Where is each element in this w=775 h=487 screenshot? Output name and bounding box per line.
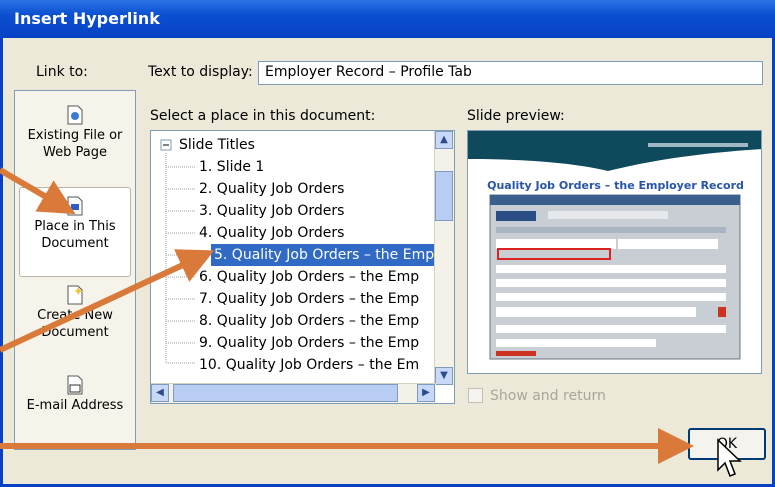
tree-item[interactable]: 9. Quality Job Orders – the Emp: [199, 332, 419, 354]
show-and-return-checkbox[interactable]: [468, 388, 483, 403]
link-create-new-document[interactable]: Create New Document: [19, 277, 131, 367]
tree-item[interactable]: 7. Quality Job Orders – the Emp: [199, 288, 419, 310]
link-to-panel: Existing File or Web Page Place in This …: [14, 90, 136, 450]
scroll-thumb[interactable]: [435, 171, 453, 221]
scroll-up-icon[interactable]: ▲: [435, 131, 453, 149]
email-icon: [67, 375, 83, 395]
link-create-new-document-label: Create New Document: [37, 308, 113, 340]
tree-item[interactable]: 4. Quality Job Orders: [199, 222, 344, 244]
slide-preview-title: Quality Job Orders – the Employer Record: [487, 179, 744, 192]
hscroll-thumb[interactable]: [173, 384, 398, 402]
link-email-address-label: E-mail Address: [26, 398, 124, 413]
tree-item-selected[interactable]: 5. Quality Job Orders – the Emp: [211, 244, 439, 266]
link-place-in-document-label: Place in This Document: [34, 219, 116, 251]
scroll-right-icon[interactable]: ▶: [417, 384, 435, 402]
slide-thumbnail: [468, 131, 761, 360]
tree-root-slide-titles[interactable]: Slide Titles: [179, 134, 255, 156]
tree-item[interactable]: 3. Quality Job Orders: [199, 200, 344, 222]
scroll-down-icon[interactable]: ▼: [435, 367, 453, 385]
link-place-in-document[interactable]: Place in This Document: [19, 187, 131, 277]
ok-button[interactable]: OK: [688, 428, 766, 460]
ok-button-label: OK: [716, 436, 738, 452]
title-bar: Insert Hyperlink: [0, 0, 775, 38]
link-email-address[interactable]: E-mail Address: [19, 367, 131, 457]
scroll-left-icon[interactable]: ◀: [151, 384, 169, 402]
link-existing-file-label: Existing File or Web Page: [27, 128, 123, 160]
link-to-label: Link to:: [36, 64, 88, 80]
tree-item[interactable]: 2. Quality Job Orders: [199, 178, 344, 200]
text-to-display-label: Text to display:: [148, 64, 253, 80]
existing-file-icon: [67, 105, 83, 125]
link-existing-file[interactable]: Existing File or Web Page: [19, 97, 131, 187]
slide-preview-label: Slide preview:: [467, 108, 565, 124]
place-tree[interactable]: Slide Titles 1. Slide 1 2. Quality Job O…: [150, 130, 455, 404]
tree-item[interactable]: 8. Quality Job Orders – the Emp: [199, 310, 419, 332]
text-to-display-input[interactable]: Employer Record – Profile Tab: [258, 61, 763, 85]
vertical-scrollbar[interactable]: ▲ ▼: [434, 131, 454, 385]
place-in-document-icon: [67, 196, 83, 216]
select-place-label: Select a place in this document:: [150, 108, 376, 124]
slide-preview: Quality Job Orders – the Employer Record: [467, 130, 762, 374]
new-document-icon: [67, 285, 83, 305]
tree-item[interactable]: 1. Slide 1: [199, 156, 264, 178]
dialog-title: Insert Hyperlink: [14, 9, 160, 28]
horizontal-scrollbar[interactable]: ◀ ▶: [151, 383, 436, 403]
tree-item[interactable]: 10. Quality Job Orders – the Em: [199, 354, 419, 376]
show-and-return-label: Show and return: [490, 388, 606, 404]
tree-item[interactable]: 6. Quality Job Orders – the Emp: [199, 266, 419, 288]
